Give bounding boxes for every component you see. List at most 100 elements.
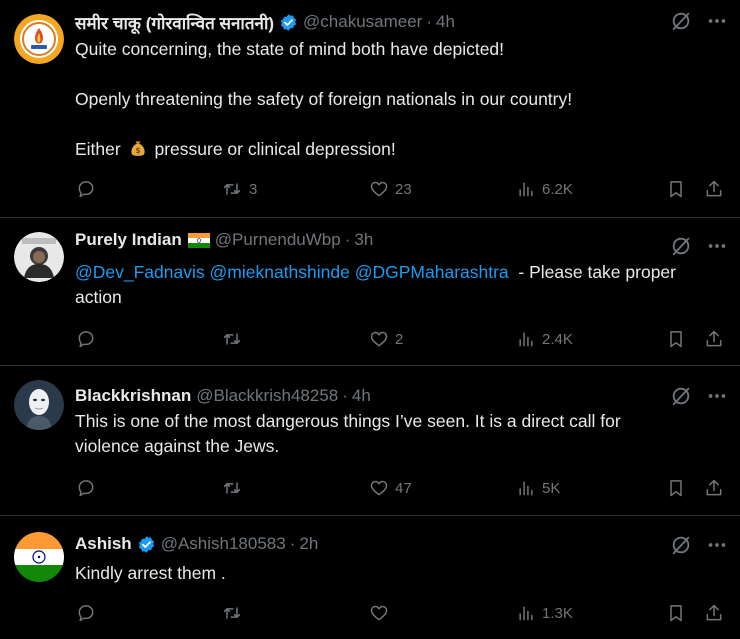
display-name[interactable]: समीर चाकू (गोरवान्वित सनातनी) [75,11,274,34]
reply-button[interactable] [76,601,96,625]
user-handle[interactable]: @PurnenduWbp [215,230,341,250]
reply-button[interactable] [76,177,96,201]
bookmark-icon [670,480,682,497]
like-button[interactable]: 47 [369,476,412,500]
like-button[interactable]: 2 [369,327,403,351]
tweet-top-actions [670,10,728,32]
user-handle[interactable]: @chakusameer [303,12,422,32]
separator-dot: · [289,534,296,553]
tweet-text-line: Either $ pressure or clinical depression… [75,137,726,162]
tweet-actions: 1.3K [76,601,726,625]
bookmark-button[interactable] [666,601,686,625]
tweet-text-fragment: - Please take proper [518,262,676,282]
reply-button[interactable] [76,327,96,351]
bookmark-button[interactable] [666,476,686,500]
like-button[interactable]: 23 [369,177,412,201]
repost-count: 3 [249,180,258,198]
more-options-icon[interactable] [706,534,728,556]
views-button[interactable]: 1.3K [516,601,573,625]
tweet[interactable]: Purely Indian @PurnenduWbp · 3h @Dev_Fad… [0,218,740,366]
tweet[interactable]: Blackkrishnan @Blackkrish48258 · 4h This… [0,366,740,516]
repost-button[interactable] [221,327,249,351]
share-icon [706,479,722,496]
tweet-header: समीर चाकू (गोरवान्वित सनातनी) @chakusame… [75,10,650,34]
mention-link[interactable]: @DGPMaharashtra [355,262,509,282]
views-chart-icon [519,481,533,496]
reply-icon [78,605,94,622]
portrait-avatar-icon [14,232,64,282]
share-icon [706,330,722,347]
separator-dot: · [426,12,433,31]
timestamp[interactable]: 4h [436,12,455,32]
display-name[interactable]: Ashish [75,534,132,554]
verified-badge-icon [279,13,298,32]
views-button[interactable]: 5K [516,476,560,500]
repost-button[interactable] [221,476,249,500]
mention-link[interactable]: @mieknathshinde [210,262,350,282]
user-handle[interactable]: @Blackkrish48258 [196,386,338,406]
tweet-text: @Dev_Fadnavis @mieknathshinde @DGPMahara… [75,260,726,310]
share-button[interactable] [704,601,724,625]
grok-icon[interactable] [670,235,692,257]
india-flag-avatar-icon [14,532,64,582]
more-options-icon[interactable] [706,10,728,32]
reply-icon [78,331,94,348]
mention-link[interactable]: @Dev_Fadnavis [75,262,205,282]
tweet-actions: 2 2.4K [76,327,726,351]
tweet[interactable]: Ashish @Ashish180583 · 2h Kindly arrest … [0,516,740,639]
tweet-header: Ashish @Ashish180583 · 2h [75,532,650,556]
bookmark-icon [670,331,682,348]
avatar[interactable] [14,380,64,430]
repost-icon [223,333,241,345]
tweet-text-line: Kindly arrest them . [75,563,226,583]
tweet-actions: 47 5K [76,476,726,500]
more-options-icon[interactable] [706,385,728,407]
avatar[interactable] [14,232,64,282]
share-button[interactable] [704,327,724,351]
share-button[interactable] [704,177,724,201]
timestamp[interactable]: 2h [299,534,318,554]
bookmark-button[interactable] [666,327,686,351]
more-options-icon[interactable] [706,235,728,257]
views-button[interactable]: 6.2K [516,177,573,201]
bookmark-button[interactable] [666,177,686,201]
repost-button[interactable]: 3 [221,177,257,201]
tweet-top-actions [670,235,728,257]
bookmark-icon [670,181,682,198]
tweet-top-actions [670,385,728,407]
view-count: 2.4K [542,330,573,348]
timestamp[interactable]: 3h [354,230,373,250]
tweet-text-fragment: Either [75,139,121,159]
svg-text:$: $ [135,146,140,155]
display-name[interactable]: Blackkrishnan [75,386,191,406]
heart-icon [370,331,388,347]
tweet-text: Kindly arrest them . [75,561,726,586]
views-chart-icon [519,606,533,621]
timestamp[interactable]: 4h [352,386,371,406]
share-button[interactable] [704,476,724,500]
view-count: 6.2K [542,180,573,198]
reply-icon [78,480,94,497]
user-handle[interactable]: @Ashish180583 [161,534,286,554]
like-button[interactable] [369,601,395,625]
view-count: 1.3K [542,604,573,622]
tweet-text-line: This is one of the most dangerous things… [75,411,621,431]
like-count: 47 [395,479,412,497]
grok-icon[interactable] [670,385,692,407]
avatar[interactable] [14,532,64,582]
display-name[interactable]: Purely Indian [75,230,182,250]
repost-button[interactable] [221,601,249,625]
views-chart-icon [519,332,533,347]
views-button[interactable]: 2.4K [516,327,573,351]
tweet-text-line: Openly threatening the safety of foreign… [75,89,573,109]
heart-icon [370,181,388,197]
repost-icon [223,607,241,619]
tweet[interactable]: समीर चाकू (गोरवान्वित सनातनी) @chakusame… [0,0,740,218]
grok-icon[interactable] [670,10,692,32]
reply-button[interactable] [76,476,96,500]
repost-icon [223,482,241,494]
avatar[interactable] [14,14,64,64]
grok-icon[interactable] [670,534,692,556]
view-count: 5K [542,479,561,497]
masked-face-avatar-icon [14,380,64,430]
